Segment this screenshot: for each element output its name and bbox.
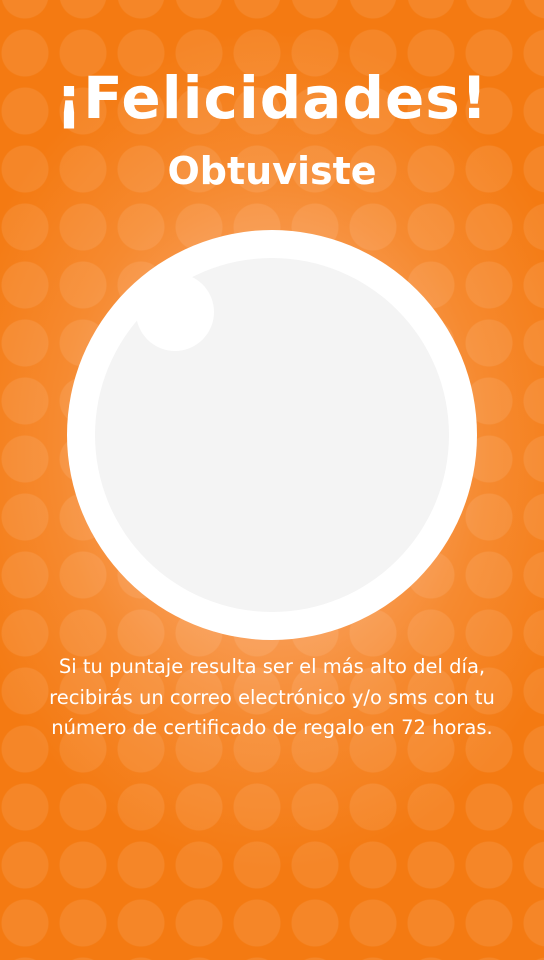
page-title: ¡Felicidades!	[55, 64, 489, 132]
message-line: número de certificado de regalo en 72 ho…	[51, 716, 493, 739]
prize-info-message: Si tu puntaje resulta ser el más alto de…	[14, 652, 530, 744]
message-line: Si tu puntaje resulta ser el más alto de…	[58, 655, 486, 678]
message-line: recibirás un correo electrónico y/o sms …	[49, 685, 495, 709]
prize-circle	[67, 230, 477, 640]
congratulations-screen: ¡Felicidades! Obtuviste Si tu puntaje re…	[0, 0, 544, 960]
page-subtitle: Obtuviste	[167, 149, 377, 193]
prize-highlight-dot	[136, 273, 214, 351]
